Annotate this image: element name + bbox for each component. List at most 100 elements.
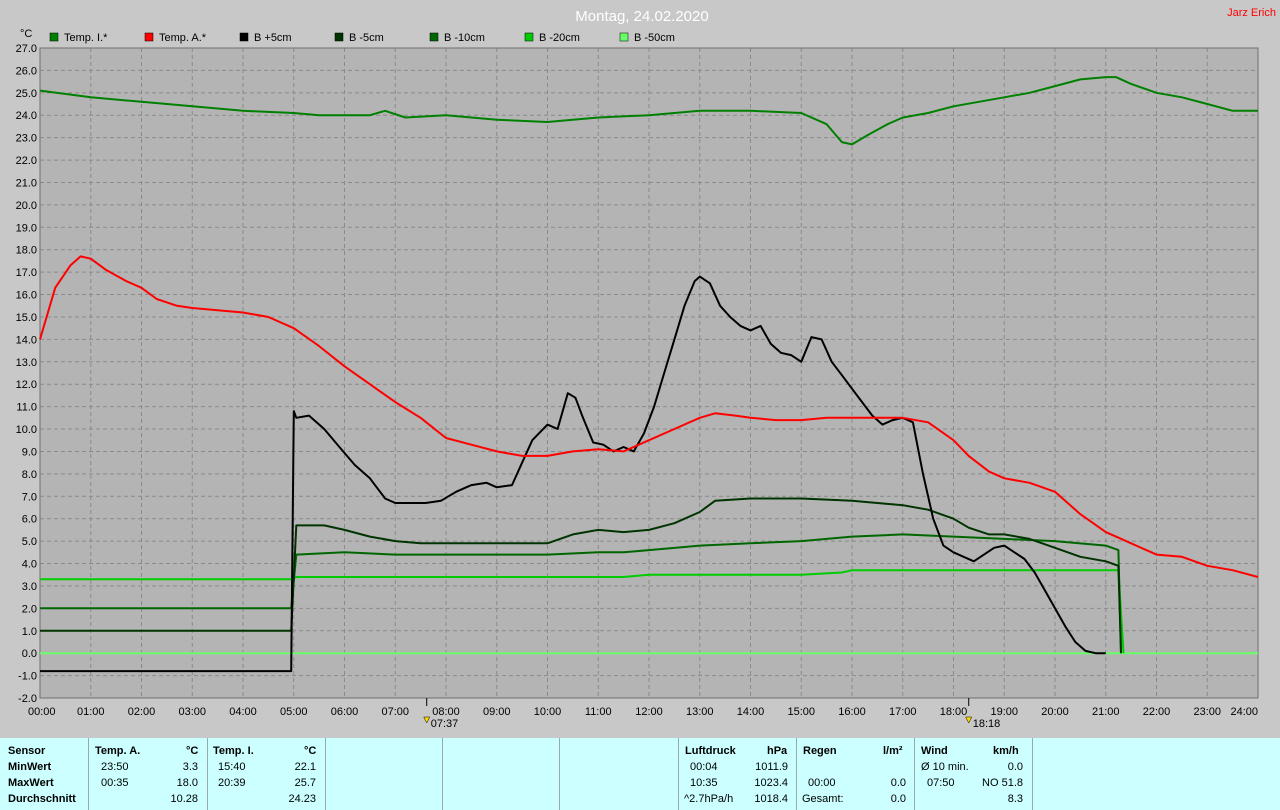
y-tick-label: 0.0 <box>22 648 37 660</box>
x-tick-label: 14:00 <box>737 706 765 718</box>
y-tick-label: 6.0 <box>22 514 37 526</box>
row-label-max: MaxWert <box>8 777 54 789</box>
divider <box>796 738 797 810</box>
pressure-max-value: 1023.4 <box>754 777 788 789</box>
y-tick-label: 9.0 <box>22 446 37 458</box>
y-tick-label: 26.0 <box>16 65 37 77</box>
x-tick-label: 18:00 <box>940 706 968 718</box>
x-tick-label: 22:00 <box>1143 706 1171 718</box>
x-tick-label: 16:00 <box>838 706 866 718</box>
wind-avg-value: 0.0 <box>1007 761 1023 773</box>
temp-i-min-value: 22.1 <box>294 761 316 773</box>
x-tick-label: 09:00 <box>483 706 511 718</box>
temp-a-unit: °C <box>186 745 199 757</box>
x-tick-label: 11:00 <box>585 706 612 718</box>
x-tick-label: 06:00 <box>331 706 359 718</box>
y-tick-label: 15.0 <box>16 312 37 324</box>
y-tick-label: 16.0 <box>16 290 37 302</box>
row-label-avg: Durchschnitt <box>8 793 76 805</box>
legend-swatch <box>429 32 439 42</box>
divider <box>914 738 915 810</box>
wind-gust-value: NO 51.8 <box>982 777 1023 789</box>
legend-label: B -5cm <box>349 32 384 44</box>
temp-a-min-time: 23:50 <box>101 761 129 773</box>
pressure-min-value: 1011.9 <box>755 761 788 773</box>
temperature-chart: Montag, 24.02.2020 Jarz Erich °C Temp. I… <box>0 0 1280 738</box>
temp-i-min-time: 15:40 <box>218 761 246 773</box>
temp-i-avg-value: 24.23 <box>288 793 316 805</box>
x-tick-label: 03:00 <box>178 706 206 718</box>
y-tick-label: 3.0 <box>22 581 37 593</box>
legend-swatch <box>144 32 154 42</box>
y-tick-label: 14.0 <box>16 334 37 346</box>
y-tick-label: 24.0 <box>16 110 37 122</box>
y-tick-label: 22.0 <box>16 155 37 167</box>
x-tick-label: 00:00 <box>28 706 56 718</box>
legend-swatch <box>49 32 59 42</box>
y-tick-label: 4.0 <box>22 559 37 571</box>
y-tick-label: 12.0 <box>16 379 37 391</box>
y-tick-label: 10.0 <box>16 424 37 436</box>
x-tick-label: 23:00 <box>1193 706 1221 718</box>
author-label: Jarz Erich <box>1227 7 1276 19</box>
temp-i-max-value: 25.7 <box>294 777 316 789</box>
y-tick-label: 18.0 <box>16 245 37 257</box>
y-tick-label: 11.0 <box>16 402 37 414</box>
x-tick-label: 10:00 <box>534 706 562 718</box>
x-tick-label: 15:00 <box>787 706 815 718</box>
x-tick-label: 17:00 <box>889 706 917 718</box>
rain-header: Regen <box>803 745 837 757</box>
statistics-panel: Sensor MinWert MaxWert Durchschnitt Temp… <box>0 738 1280 810</box>
x-tick-label: 20:00 <box>1041 706 1069 718</box>
x-tick-label: 04:00 <box>229 706 257 718</box>
rain-time: 00:00 <box>808 777 836 789</box>
y-tick-label: 19.0 <box>16 222 37 234</box>
y-tick-label: 2.0 <box>22 603 37 615</box>
temp-a-max-value: 18.0 <box>176 777 198 789</box>
y-tick-label: 5.0 <box>22 536 37 548</box>
wind-unit: km/h <box>993 745 1019 757</box>
pressure-min-time: 00:04 <box>690 761 718 773</box>
pressure-current-value: 1018.4 <box>754 793 788 805</box>
sensor-header: Sensor <box>8 745 46 757</box>
y-axis-unit: °C <box>20 28 32 40</box>
chart-title: Montag, 24.02.2020 <box>575 8 708 25</box>
rain-unit: l/m² <box>883 745 903 757</box>
legend-label: B -50cm <box>634 32 675 44</box>
divider <box>442 738 443 810</box>
pressure-trend: ^2.7hPa/h <box>684 793 734 805</box>
divider <box>1032 738 1033 810</box>
x-tick-label: 21:00 <box>1092 706 1120 718</box>
legend-label: B +5cm <box>254 32 292 44</box>
x-tick-label: 02:00 <box>128 706 156 718</box>
wind-mean-value: 8.3 <box>1007 793 1023 805</box>
legend-swatch <box>619 32 629 42</box>
y-tick-label: 25.0 <box>16 88 37 100</box>
temp-i-header: Temp. I. <box>213 745 254 757</box>
x-tick-label: 08:00 <box>432 706 460 718</box>
x-tick-label: 24:00 <box>1230 706 1258 718</box>
rain-value: 0.0 <box>890 777 906 789</box>
x-tick-label: 01:00 <box>77 706 105 718</box>
y-tick-label: 13.0 <box>16 357 37 369</box>
y-tick-label: 20.0 <box>16 200 37 212</box>
x-tick-label: 05:00 <box>280 706 308 718</box>
legend-label: Temp. I.* <box>64 32 108 44</box>
legend-label: Temp. A.* <box>159 32 207 44</box>
y-tick-label: 23.0 <box>16 133 37 145</box>
divider <box>88 738 89 810</box>
temp-a-avg-value: 10.28 <box>170 793 198 805</box>
x-tick-label: 13:00 <box>686 706 714 718</box>
legend-label: B -20cm <box>539 32 580 44</box>
pressure-max-time: 10:35 <box>690 777 718 789</box>
temp-a-header: Temp. A. <box>95 745 141 757</box>
row-label-min: MinWert <box>8 761 52 773</box>
y-tick-label: 8.0 <box>22 469 37 481</box>
pressure-unit: hPa <box>767 745 788 757</box>
legend-label: B -10cm <box>444 32 485 44</box>
temp-i-max-time: 20:39 <box>218 777 246 789</box>
divider <box>678 738 679 810</box>
divider <box>207 738 208 810</box>
y-tick-label: -1.0 <box>18 671 37 683</box>
rain-total-value: 0.0 <box>890 793 906 805</box>
